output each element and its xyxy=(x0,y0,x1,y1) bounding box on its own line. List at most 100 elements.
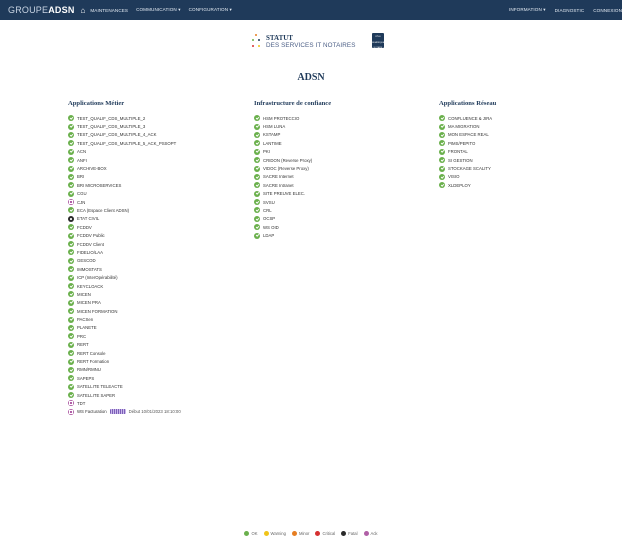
service-item[interactable]: XLDEPLOY xyxy=(439,181,496,189)
service-item[interactable]: SATELLITE TELEACTE xyxy=(68,383,181,391)
nav-configuration[interactable]: CONFIGURATION ▾ xyxy=(189,7,232,13)
legend-dot-icon xyxy=(341,531,347,536)
service-item[interactable]: MICEN xyxy=(68,290,181,298)
home-icon[interactable]: ⌂ xyxy=(81,6,86,15)
legend-label: Minor xyxy=(298,531,310,536)
service-item[interactable]: SITE PREUVE ELEC. xyxy=(254,190,331,198)
service-item[interactable]: VIDOC (Reverse Proxy) xyxy=(254,164,331,172)
service-item[interactable]: FRONTAL xyxy=(439,148,496,156)
status-ok-icon xyxy=(68,375,74,382)
service-item[interactable]: HSM LUNA xyxy=(254,122,331,130)
service-item[interactable]: MICEN PRA xyxy=(68,299,181,307)
status-ok-icon xyxy=(68,324,74,331)
service-label: RERT Console xyxy=(77,350,106,356)
service-item[interactable]: PIMS/PEPITO xyxy=(439,139,496,147)
service-item[interactable]: PACSen xyxy=(68,315,181,323)
service-item[interactable]: TDT xyxy=(68,399,181,407)
service-item[interactable]: WS OID xyxy=(254,223,331,231)
maintenance-tag xyxy=(109,409,126,415)
service-item[interactable]: ICP (InterOpérabilité) xyxy=(68,273,181,281)
status-ok-icon xyxy=(439,148,445,155)
service-label: FCDDV Public xyxy=(77,233,105,239)
service-item[interactable]: ECA (Espace Client ADSN) xyxy=(68,206,181,214)
service-item[interactable]: MA MIGRATION xyxy=(439,122,496,130)
service-item[interactable]: SI GESTION xyxy=(439,156,496,164)
service-item[interactable]: ANFI xyxy=(68,156,181,164)
service-item[interactable]: KSTAMP xyxy=(254,131,331,139)
service-item[interactable]: HSM PROTECCIO xyxy=(254,114,331,122)
service-item[interactable]: WS Facturation Début 10/01/2023 18:10:00 xyxy=(68,408,181,416)
brand-logo[interactable]: GROUPEADSN xyxy=(8,5,75,15)
nav-information[interactable]: INFORMATION ▾ xyxy=(509,7,546,13)
service-item[interactable]: BRI MICROSERVICES xyxy=(68,181,181,189)
service-item[interactable]: FCDDV xyxy=(68,223,181,231)
service-item[interactable]: GESCOD xyxy=(68,257,181,265)
service-item[interactable]: SAPEPS xyxy=(68,374,181,382)
service-label: GESCOD xyxy=(77,258,96,264)
brand-text-groupe: GROUPE xyxy=(8,5,49,15)
service-label: TEST_QUALIF_CDS_MULTIPLE_2 xyxy=(77,115,146,121)
service-label: FRONTAL xyxy=(448,149,468,155)
service-item[interactable]: CJN xyxy=(68,198,181,206)
service-label: WS OID xyxy=(263,224,279,230)
nav-diagnostic[interactable]: DIAGNOSTIC xyxy=(555,8,585,13)
service-item[interactable]: PKI xyxy=(254,148,331,156)
service-label: SI GESTION xyxy=(448,157,473,163)
service-item[interactable]: CRL xyxy=(254,206,331,214)
service-item[interactable]: PRC xyxy=(68,332,181,340)
status-ok-icon xyxy=(254,215,260,222)
service-item[interactable]: FCDDV Client xyxy=(68,240,181,248)
service-item[interactable]: ARCHIVE-BOX xyxy=(68,164,181,172)
service-item[interactable]: ETAT CIVIL xyxy=(68,215,181,223)
service-item[interactable]: CRIDON (Reverse Proxy) xyxy=(254,156,331,164)
service-label: PACSen xyxy=(77,317,94,323)
service-item[interactable]: RERT xyxy=(68,341,181,349)
status-ok-icon xyxy=(68,333,74,340)
service-label: ANFI xyxy=(77,157,87,163)
service-label: MICEN xyxy=(77,291,91,297)
service-item[interactable]: SATELLITE SAPER xyxy=(68,391,181,399)
service-item[interactable]: OCSP xyxy=(254,215,331,223)
statut-logo: STATUT DES SERVICES IT NOTAIRES xyxy=(250,32,356,52)
navbar-right: INFORMATION ▾ DIAGNOSTIC CONNEXION xyxy=(500,0,622,20)
service-item[interactable]: RMN/RMNU xyxy=(68,366,181,374)
service-item[interactable]: SVSU xyxy=(254,198,331,206)
nav-communication[interactable]: COMMUNICATION ▾ xyxy=(136,7,181,13)
service-item[interactable]: KEYCLOACK xyxy=(68,282,181,290)
service-item[interactable]: STOCKAGE SCALITY xyxy=(439,164,496,172)
legend-dot-icon xyxy=(244,531,250,536)
service-item[interactable]: LDAP xyxy=(254,231,331,239)
service-item[interactable]: SACRE Intranet xyxy=(254,181,331,189)
column-infrastructure-confiance: Infrastructure de confiance HSM PROTECCI… xyxy=(254,100,331,240)
service-item[interactable]: MON ESPACE REAL xyxy=(439,131,496,139)
service-item[interactable]: TEST_QUALIF_CDS_MULTIPLE_2 xyxy=(68,114,181,122)
service-item[interactable]: CGU xyxy=(68,190,181,198)
service-item[interactable]: SACRE Internet xyxy=(254,173,331,181)
legend-dot-icon xyxy=(315,531,321,536)
service-item[interactable]: LANTIME xyxy=(254,139,331,147)
service-item[interactable]: PLANETE xyxy=(68,324,181,332)
service-item[interactable]: VISIO xyxy=(439,173,496,181)
service-item[interactable]: CONFLUENCE & JIRA xyxy=(439,114,496,122)
service-item[interactable]: RERT Formation xyxy=(68,357,181,365)
column-applications-metier: Applications Métier TEST_QUALIF_CDS_MULT… xyxy=(68,100,181,416)
service-item[interactable]: BRI xyxy=(68,173,181,181)
legend-dot-icon xyxy=(363,531,369,536)
service-item[interactable]: FCDDV Public xyxy=(68,231,181,239)
nav-maintenances[interactable]: MAINTENANCES xyxy=(90,8,128,13)
service-item[interactable]: TEST_QUALIF_CDS_MULTIPLE_4_ACK xyxy=(68,131,181,139)
service-item[interactable]: TEST_QUALIF_CDS_MULTIPLE_3 xyxy=(68,122,181,130)
service-item[interactable]: RERT Console xyxy=(68,349,181,357)
status-ok-icon xyxy=(439,131,445,138)
service-item[interactable]: MICEN FORMATION xyxy=(68,307,181,315)
service-item[interactable]: TEST_QUALIF_CDS_MULTIPLE_5_ACK_PSSOPT xyxy=(68,139,181,147)
nav-connexion[interactable]: CONNEXION xyxy=(593,8,622,13)
status-ok-icon xyxy=(68,224,74,231)
service-label: RMN/RMNU xyxy=(77,367,101,373)
status-ok-icon xyxy=(439,157,445,164)
service-label: SVSU xyxy=(263,199,275,205)
service-item[interactable]: IMMOSTATS xyxy=(68,265,181,273)
service-label: LANTIME xyxy=(263,140,282,146)
service-item[interactable]: ACN xyxy=(68,148,181,156)
service-item[interactable]: FIDELIO/LAA xyxy=(68,248,181,256)
